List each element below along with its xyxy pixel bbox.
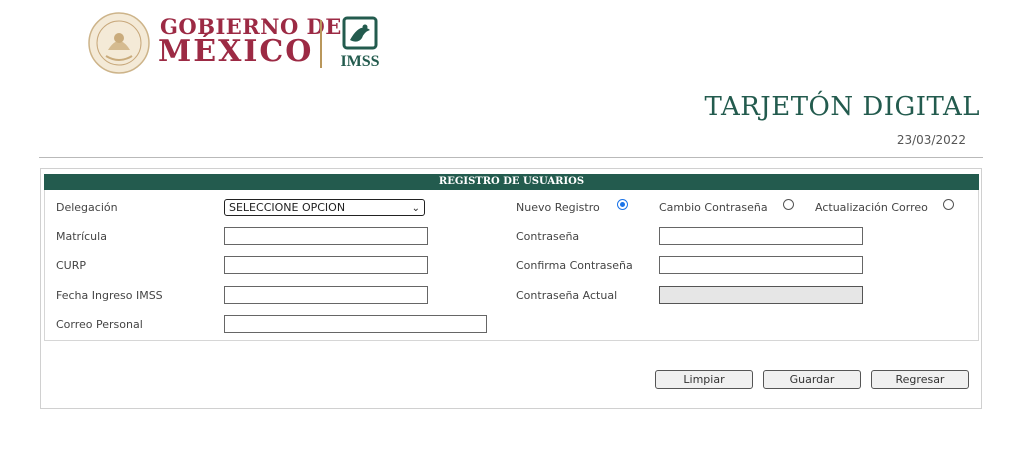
cambio-contrasena-radio[interactable] xyxy=(783,199,794,210)
label-delegacion: Delegación xyxy=(56,201,118,214)
label-confirma-contrasena: Confirma Contraseña xyxy=(516,259,633,272)
imss-label: IMSS xyxy=(340,53,379,70)
label-cambio-contrasena: Cambio Contraseña xyxy=(659,201,768,214)
fecha-ingreso-input[interactable] xyxy=(224,286,428,304)
contrasena-actual-input xyxy=(659,286,863,304)
actualizacion-correo-radio[interactable] xyxy=(943,199,954,210)
confirma-contrasena-input[interactable] xyxy=(659,256,863,274)
regresar-button[interactable]: Regresar xyxy=(871,370,969,389)
page-title: TARJETÓN DIGITAL xyxy=(704,92,980,122)
label-contrasena: Contraseña xyxy=(516,230,580,243)
label-curp: CURP xyxy=(56,259,87,272)
mexico-text: MÉXICO xyxy=(158,34,314,69)
curp-input[interactable] xyxy=(224,256,428,274)
delegacion-selected-value: SELECCIONE OPCION xyxy=(229,201,346,214)
label-correo-personal: Correo Personal xyxy=(56,318,143,331)
form-title-bar: REGISTRO DE USUARIOS xyxy=(44,174,979,190)
mexico-seal-icon xyxy=(88,12,150,74)
label-nuevo-registro: Nuevo Registro xyxy=(516,201,600,214)
limpiar-button[interactable]: Limpiar xyxy=(655,370,753,389)
matricula-input[interactable] xyxy=(224,227,428,245)
label-matricula: Matrícula xyxy=(56,230,107,243)
contrasena-input[interactable] xyxy=(659,227,863,245)
nuevo-registro-radio[interactable] xyxy=(617,199,628,210)
imss-eagle-icon: IMSS xyxy=(340,16,380,70)
date-text: 23/03/2022 xyxy=(896,133,966,147)
correo-personal-input[interactable] xyxy=(224,315,487,333)
label-fecha-ingreso: Fecha Ingreso IMSS xyxy=(56,289,163,302)
label-contrasena-actual: Contraseña Actual xyxy=(516,289,618,302)
delegacion-select[interactable]: SELECCIONE OPCION ⌄ xyxy=(224,199,425,216)
label-actualizacion-correo: Actualización Correo xyxy=(815,201,928,214)
header-separator xyxy=(39,157,983,158)
header-divider xyxy=(320,20,322,68)
guardar-button[interactable]: Guardar xyxy=(763,370,861,389)
chevron-down-icon: ⌄ xyxy=(411,203,420,214)
